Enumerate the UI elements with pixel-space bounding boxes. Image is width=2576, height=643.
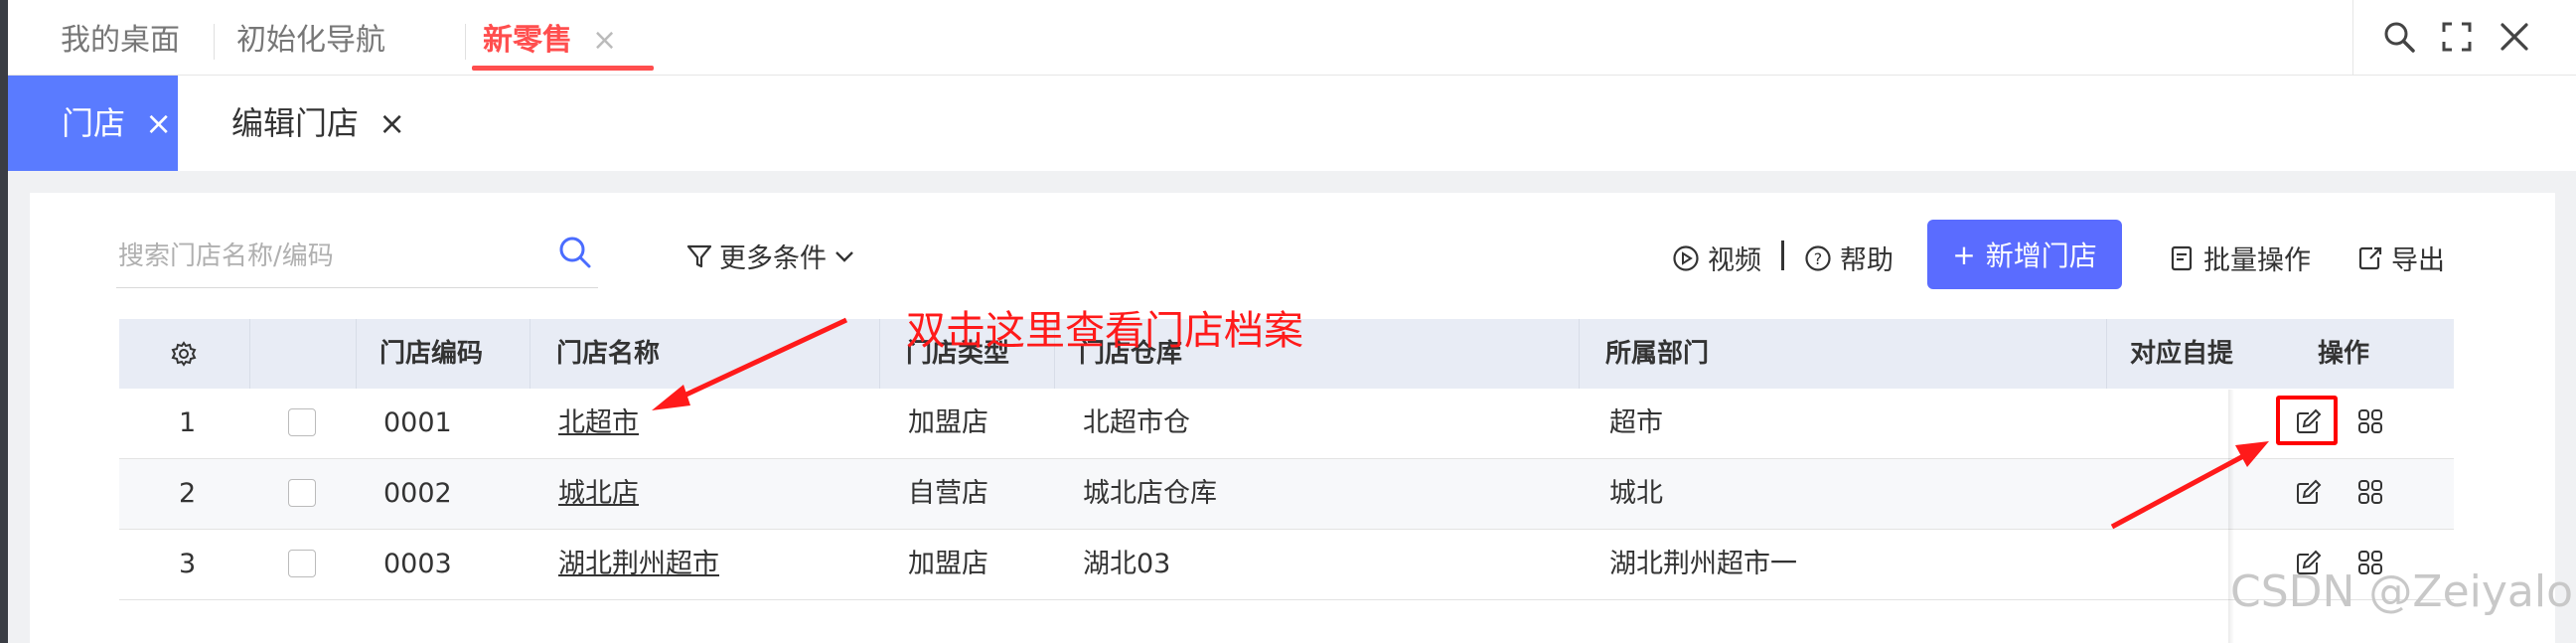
- arrow-to-edit-icon: [2110, 441, 2269, 530]
- arrow-to-store-name: [652, 317, 848, 410]
- annotation-arrows: [652, 317, 2269, 530]
- watermark: CSDN @Zeiyalo: [2230, 566, 2574, 617]
